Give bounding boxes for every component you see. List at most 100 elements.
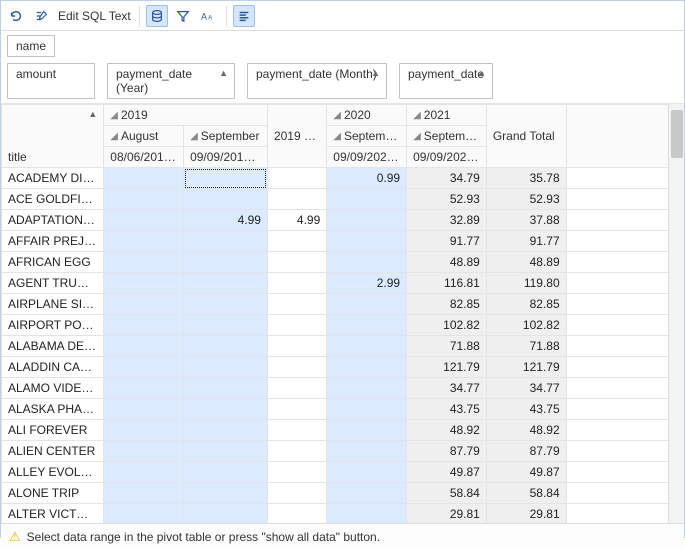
cell-sep21[interactable]: 29.81 (407, 504, 487, 524)
cell-title[interactable]: ALASKA PHANTOM (2, 399, 104, 420)
cell-grand[interactable]: 37.88 (486, 210, 566, 231)
cell-title[interactable]: ADAPTATION H... (2, 210, 104, 231)
table-row[interactable]: ACE GOLDFINGER 52.9352.93 (2, 189, 669, 210)
col-month-sep-2020[interactable]: ◢September (327, 126, 407, 147)
table-row[interactable]: ALLEY EVOLUTION 49.8749.87 (2, 462, 669, 483)
cell-sep21[interactable]: 49.87 (407, 462, 487, 483)
cell-sep19[interactable] (184, 420, 268, 441)
cell-sep19[interactable] (184, 231, 268, 252)
cell-sep21[interactable]: 121.79 (407, 357, 487, 378)
cell-title[interactable]: AIRPLANE SIERRA (2, 294, 104, 315)
cell-sep21[interactable]: 32.89 (407, 210, 487, 231)
cell-aug19[interactable] (104, 378, 184, 399)
cell-sep21[interactable]: 34.79 (407, 168, 487, 189)
col-grand-total[interactable]: Grand Total (486, 105, 566, 168)
cell-sep19[interactable] (184, 294, 268, 315)
cell-title[interactable]: AFRICAN EGG (2, 252, 104, 273)
table-row[interactable]: ACADEMY DINO...0.9934.7935.78 (2, 168, 669, 189)
col-date-aug19[interactable]: 08/06/2019 ... (104, 147, 184, 168)
cell-sep20[interactable] (327, 357, 407, 378)
cell-sep20[interactable] (327, 504, 407, 524)
cell-grand[interactable]: 87.79 (486, 441, 566, 462)
cell-aug19[interactable] (104, 252, 184, 273)
cell-aug19[interactable] (104, 231, 184, 252)
cell-grand[interactable]: 102.82 (486, 315, 566, 336)
cell-grand[interactable]: 49.87 (486, 462, 566, 483)
cell-sum19[interactable] (267, 231, 326, 252)
cell-title[interactable]: ACE GOLDFINGER (2, 189, 104, 210)
cell-sep20[interactable] (327, 483, 407, 504)
cell-sep19[interactable] (184, 399, 268, 420)
cell-grand[interactable]: 82.85 (486, 294, 566, 315)
col-year-2021[interactable]: ◢2021 (407, 105, 487, 126)
cell-title[interactable]: ACADEMY DINO... (2, 168, 104, 189)
edit-sql-label[interactable]: Edit SQL Text (57, 9, 133, 23)
cell-sep20[interactable] (327, 315, 407, 336)
row-field-amount[interactable]: amount (7, 63, 95, 99)
cell-sep21[interactable]: 91.77 (407, 231, 487, 252)
cell-sep19[interactable] (184, 315, 268, 336)
cell-sep19[interactable] (184, 252, 268, 273)
cell-sep19[interactable]: 4.99 (184, 210, 268, 231)
table-row[interactable]: ALAMO VIDEOT...34.7734.77 (2, 378, 669, 399)
col-month-sep-2021[interactable]: ◢September (407, 126, 487, 147)
cell-sum19[interactable] (267, 462, 326, 483)
scrollbar-thumb[interactable] (671, 110, 683, 158)
cell-aug19[interactable] (104, 210, 184, 231)
cell-sep20[interactable]: 0.99 (327, 168, 407, 189)
table-row[interactable]: ALABAMA DEVIL 71.8871.88 (2, 336, 669, 357)
cell-sum19[interactable] (267, 441, 326, 462)
table-row[interactable]: ADAPTATION H...4.994.9932.8937.88 (2, 210, 669, 231)
cell-aug19[interactable] (104, 336, 184, 357)
col-date-sep21[interactable]: 09/09/2021 ... (407, 147, 487, 168)
cell-sep20[interactable] (327, 231, 407, 252)
table-row[interactable]: ALTER VICTORY29.8129.81 (2, 504, 669, 524)
table-row[interactable]: AFRICAN EGG 48.8948.89 (2, 252, 669, 273)
table-row[interactable]: ALI FOREVER 48.9248.92 (2, 420, 669, 441)
cell-grand[interactable]: 91.77 (486, 231, 566, 252)
cell-title[interactable]: ALLEY EVOLUTION (2, 462, 104, 483)
table-row[interactable]: ALIEN CENTER87.7987.79 (2, 441, 669, 462)
col-field-year[interactable]: payment_date (Year) ▲ (107, 63, 235, 99)
cell-sep20[interactable] (327, 462, 407, 483)
cell-sum19[interactable] (267, 252, 326, 273)
filter-icon[interactable] (172, 5, 194, 27)
font-size-icon[interactable]: AA (198, 5, 220, 27)
cell-sep21[interactable]: 52.93 (407, 189, 487, 210)
cell-sum19[interactable] (267, 294, 326, 315)
cell-sep21[interactable]: 48.92 (407, 420, 487, 441)
cell-sep19[interactable] (184, 483, 268, 504)
cell-sep19[interactable] (184, 378, 268, 399)
cell-title[interactable]: AFFAIR PREJUD... (2, 231, 104, 252)
cell-title[interactable]: AGENT TRUMAN (2, 273, 104, 294)
cell-grand[interactable]: 48.89 (486, 252, 566, 273)
pivot-table[interactable]: title ▲ ◢2019 2019 Sum ◢2020 ◢2021 Grand… (1, 104, 669, 523)
cell-sep21[interactable]: 116.81 (407, 273, 487, 294)
cell-sep20[interactable] (327, 210, 407, 231)
cell-sum19[interactable] (267, 273, 326, 294)
cell-grand[interactable]: 52.93 (486, 189, 566, 210)
cell-sep19[interactable] (184, 357, 268, 378)
database-icon[interactable] (146, 5, 168, 27)
table-row[interactable]: AIRPLANE SIERRA82.8582.85 (2, 294, 669, 315)
cell-grand[interactable]: 48.92 (486, 420, 566, 441)
cell-title[interactable]: ALADDIN CALEN... (2, 357, 104, 378)
cell-sep21[interactable]: 48.89 (407, 252, 487, 273)
align-left-icon[interactable] (233, 5, 255, 27)
cell-grand[interactable]: 71.88 (486, 336, 566, 357)
cell-aug19[interactable] (104, 420, 184, 441)
cell-title[interactable]: ALABAMA DEVIL (2, 336, 104, 357)
filter-field-name[interactable]: name (7, 35, 55, 57)
table-row[interactable]: AFFAIR PREJUD... 91.7791.77 (2, 231, 669, 252)
cell-sep21[interactable]: 71.88 (407, 336, 487, 357)
cell-aug19[interactable] (104, 399, 184, 420)
cell-aug19[interactable] (104, 189, 184, 210)
edit-sql-icon[interactable] (31, 5, 53, 27)
table-row[interactable]: AIRPORT POLLO...102.82102.82 (2, 315, 669, 336)
cell-aug19[interactable] (104, 504, 184, 524)
cell-sep21[interactable]: 102.82 (407, 315, 487, 336)
cell-title[interactable]: ALI FOREVER (2, 420, 104, 441)
cell-sep20[interactable] (327, 294, 407, 315)
cell-sum19[interactable] (267, 336, 326, 357)
cell-aug19[interactable] (104, 315, 184, 336)
